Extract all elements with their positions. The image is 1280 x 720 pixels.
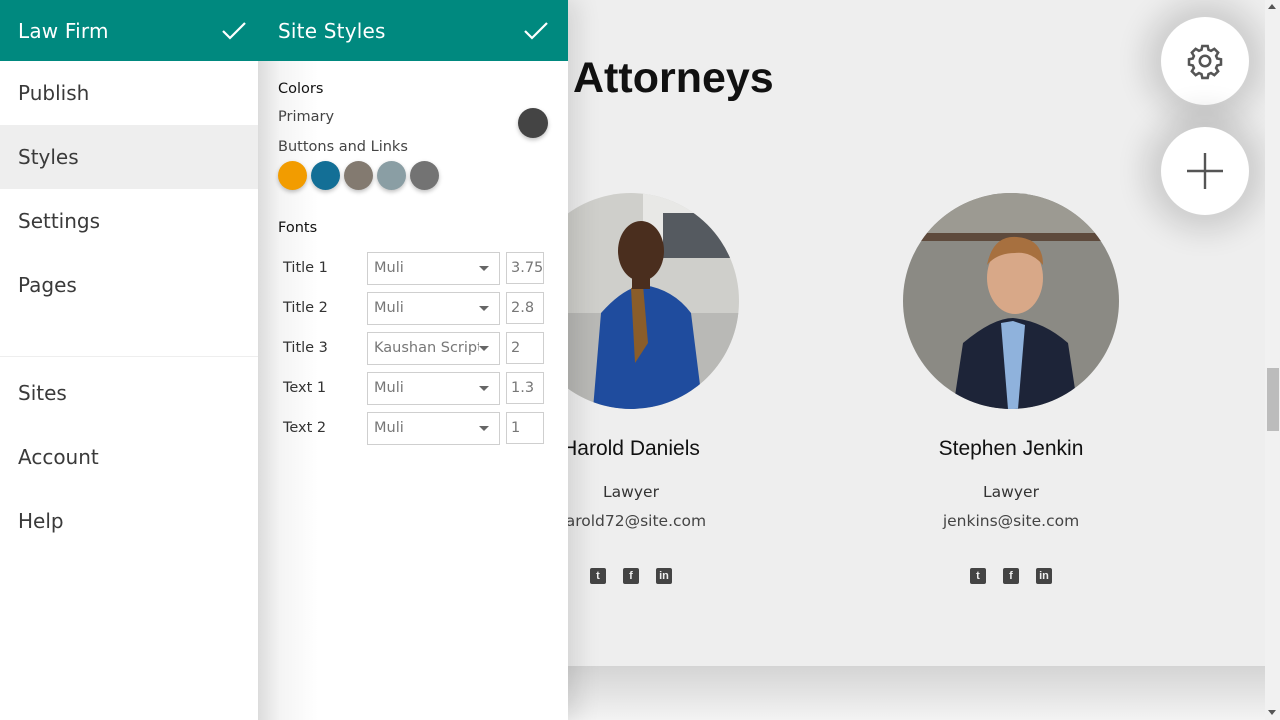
scrollbar-thumb[interactable]: [1267, 368, 1279, 431]
primary-label: Primary: [278, 109, 335, 125]
font-label: Title 1: [283, 260, 328, 276]
site-styles-panel: Site Styles Colors Primary Buttons and L…: [258, 0, 568, 720]
font-label: Title 3: [283, 340, 328, 356]
scroll-down-icon[interactable]: [1268, 710, 1276, 715]
sidebar-item-settings[interactable]: Settings: [0, 189, 258, 253]
font-row-text-2: Text 2 Muli 1: [278, 408, 548, 448]
scroll-up-icon[interactable]: [1268, 4, 1276, 9]
primary-color-row: Primary: [278, 103, 548, 138]
check-icon[interactable]: [220, 17, 248, 45]
font-family-select[interactable]: Kaushan Script: [367, 331, 500, 365]
sidebar-item-sites[interactable]: Sites: [0, 361, 258, 425]
font-label: Title 2: [283, 300, 328, 316]
twitter-icon[interactable]: t: [590, 568, 606, 584]
color-swatch[interactable]: [377, 161, 406, 190]
sidebar-item-pages[interactable]: Pages: [0, 253, 258, 317]
dropdown-caret-icon: [479, 345, 489, 351]
settings-button[interactable]: [1161, 17, 1249, 105]
font-size-input[interactable]: 2.8: [506, 292, 544, 324]
sidebar-item-publish[interactable]: Publish: [0, 61, 258, 125]
site-builder-app: Attorneys Harold Daniels Lawyer harold72…: [0, 0, 1280, 720]
font-label: Text 1: [283, 380, 327, 396]
attorney-role: Lawyer: [983, 483, 1039, 501]
color-swatch[interactable]: [311, 161, 340, 190]
primary-color-swatch[interactable]: [518, 108, 548, 138]
font-size-input[interactable]: 1.3: [506, 372, 544, 404]
font-family-select[interactable]: Muli: [367, 371, 500, 405]
plus-icon: [1187, 153, 1223, 189]
font-row-title-1: Title 1 Muli 3.75: [278, 248, 548, 288]
facebook-icon[interactable]: f: [623, 568, 639, 584]
site-name: Law Firm: [18, 18, 109, 43]
panel-title: Site Styles: [278, 18, 386, 43]
font-family-value: Muli: [374, 380, 404, 396]
font-row-text-1: Text 1 Muli 1.3: [278, 368, 548, 408]
vertical-scrollbar[interactable]: [1265, 0, 1280, 720]
font-family-select[interactable]: Muli: [367, 251, 500, 285]
sidebar-item-styles[interactable]: Styles: [0, 125, 258, 189]
font-family-value: Muli: [374, 420, 404, 436]
page-title: Attorneys: [573, 54, 774, 102]
sidebar-divider: [0, 317, 258, 357]
font-family-value: Kaushan Script: [374, 340, 479, 356]
font-family-value: Muli: [374, 260, 404, 276]
linkedin-icon[interactable]: in: [1036, 568, 1052, 584]
color-swatch[interactable]: [344, 161, 373, 190]
sidebar-header: Law Firm: [0, 0, 258, 61]
gear-icon: [1187, 44, 1223, 80]
colors-label: Colors: [278, 81, 324, 97]
facebook-icon[interactable]: f: [1003, 568, 1019, 584]
attorney-name: Stephen Jenkin: [938, 437, 1084, 460]
sidebar-item-help[interactable]: Help: [0, 489, 258, 553]
avatar: [903, 193, 1119, 409]
page-content: Attorneys Harold Daniels Lawyer harold72…: [523, 0, 1265, 666]
font-size-input[interactable]: 1: [506, 412, 544, 444]
color-swatch[interactable]: [278, 161, 307, 190]
sidebar-item-account[interactable]: Account: [0, 425, 258, 489]
attorney-email[interactable]: jenkins@site.com: [903, 512, 1119, 530]
font-row-title-2: Title 2 Muli 2.8: [278, 288, 548, 328]
add-section-button[interactable]: [1161, 127, 1249, 215]
font-size-input[interactable]: 3.75: [506, 252, 544, 284]
social-links: t f in: [903, 568, 1119, 584]
font-family-value: Muli: [374, 300, 404, 316]
sidebar: Law Firm Publish Styles Settings Pages S…: [0, 0, 258, 720]
font-row-title-3: Title 3 Kaushan Script 2: [278, 328, 548, 368]
font-family-select[interactable]: Muli: [367, 411, 500, 445]
buttons-links-label: Buttons and Links: [278, 139, 408, 155]
fonts-label: Fonts: [278, 220, 318, 236]
dropdown-caret-icon: [479, 265, 489, 271]
font-family-select[interactable]: Muli: [367, 291, 500, 325]
check-icon[interactable]: [522, 17, 550, 45]
font-settings: Title 1 Muli 3.75 Title 2 Muli 2.8 Title…: [278, 248, 548, 448]
section-divider: [568, 666, 1265, 720]
font-size-input[interactable]: 2: [506, 332, 544, 364]
dropdown-caret-icon: [479, 385, 489, 391]
attorney-card: Stephen Jenkin Lawyer jenkins@site.com t…: [903, 193, 1119, 584]
dropdown-caret-icon: [479, 305, 489, 311]
font-label: Text 2: [283, 420, 327, 436]
panel-header: Site Styles: [258, 0, 568, 61]
dropdown-caret-icon: [479, 425, 489, 431]
twitter-icon[interactable]: t: [970, 568, 986, 584]
linkedin-icon[interactable]: in: [656, 568, 672, 584]
button-color-swatches: [278, 161, 548, 190]
color-swatch[interactable]: [410, 161, 439, 190]
